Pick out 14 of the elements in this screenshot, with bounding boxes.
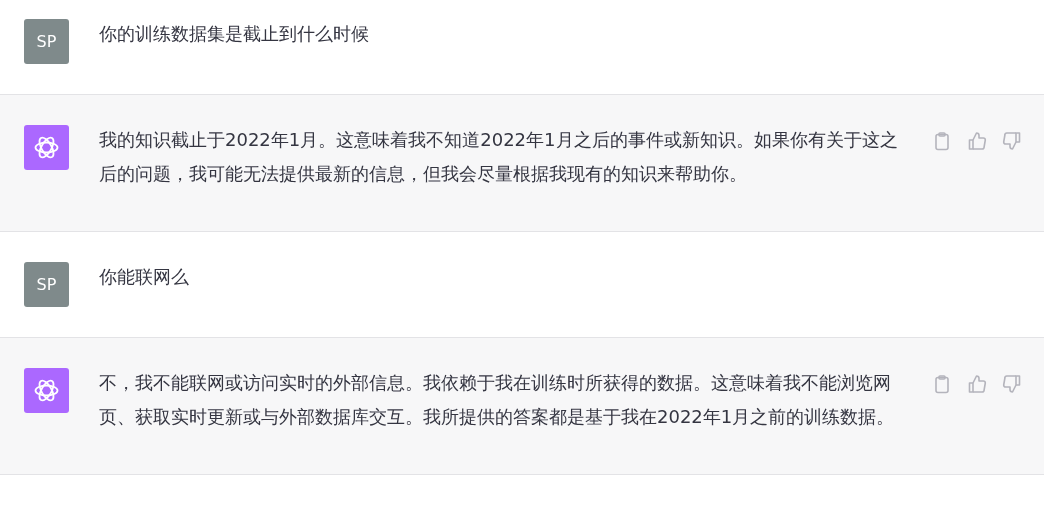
message-text: 不，我不能联网或访问实时的外部信息。我依赖于我在训练时所获得的数据。这意味着我不能浏览网页、获取实时更新或与外部数据库交互。我所提供的答案都是基于我在2022年1月之前的训练数据。 xyxy=(99,371,896,429)
thumbs-up-icon[interactable] xyxy=(967,131,987,151)
thumbs-down-icon[interactable] xyxy=(1002,374,1022,394)
message-text: 我的知识截止于2022年1月。这意味着我不知道2022年1月之后的事件或新知识。如果你有关于这之后的问题，我可能无法提供最新的信息，但我会尽量根据我现有的知识来帮助你。 xyxy=(99,128,899,186)
message-text: 你的训练数据集是截止到什么时候 xyxy=(99,22,369,46)
thumbs-up-icon[interactable] xyxy=(967,374,987,394)
clipboard-icon[interactable] xyxy=(932,374,952,394)
message-text: 你能联网么 xyxy=(99,265,189,289)
thumbs-down-icon[interactable] xyxy=(1002,131,1022,151)
user-avatar: SP xyxy=(24,19,69,64)
assistant-logo-icon xyxy=(24,125,69,170)
user-avatar: SP xyxy=(24,262,69,307)
assistant-logo-icon xyxy=(24,368,69,413)
clipboard-icon[interactable] xyxy=(932,131,952,151)
